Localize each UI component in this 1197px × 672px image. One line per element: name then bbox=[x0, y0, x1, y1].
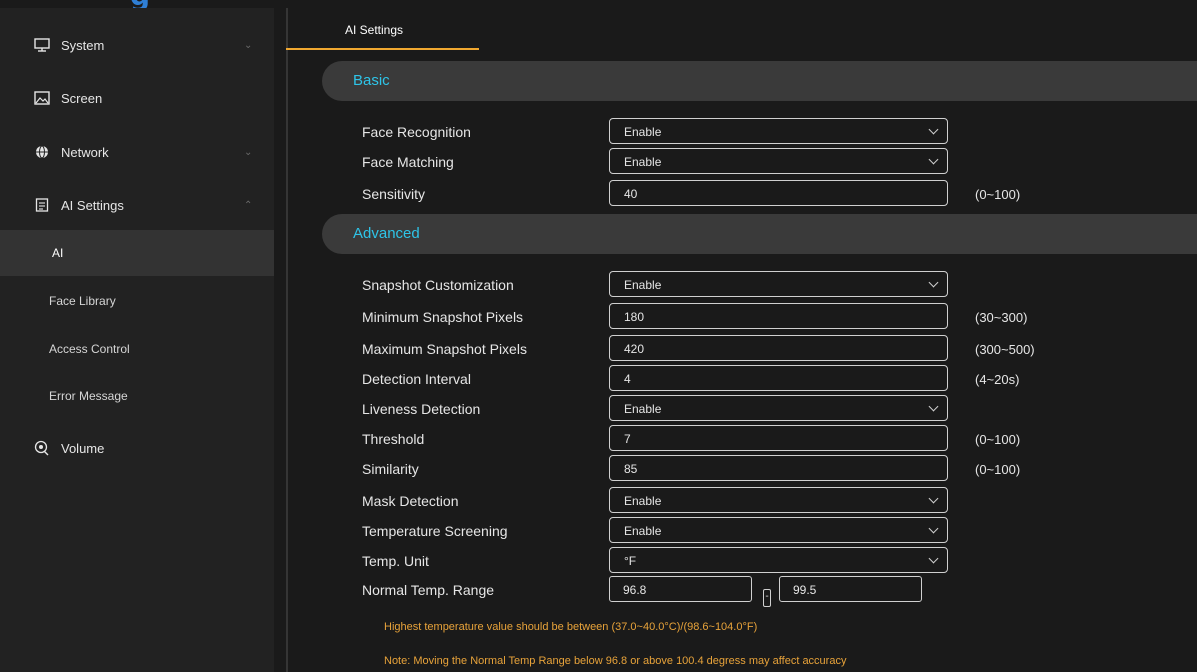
temp-unit-select[interactable]: °F bbox=[609, 547, 948, 573]
row-label: Liveness Detection bbox=[362, 401, 481, 417]
field-value: Enable bbox=[624, 402, 662, 416]
temperature-hint-note: Highest temperature value should be betw… bbox=[384, 621, 758, 633]
tab-active-indicator bbox=[286, 48, 479, 50]
sidebar-item-label: Volume bbox=[61, 440, 105, 456]
sidebar-subitem-label: Face Library bbox=[49, 294, 116, 308]
row-label: Temp. Unit bbox=[362, 553, 429, 569]
sidebar-item-label: System bbox=[61, 37, 105, 53]
range-hint: (0~100) bbox=[975, 187, 1021, 202]
chevron-down-icon: ⌄ bbox=[244, 146, 253, 158]
mask-detection-select[interactable]: Enable bbox=[609, 487, 948, 513]
field-value: °F bbox=[624, 554, 637, 568]
sidebar-item-network[interactable]: Network ⌄ bbox=[0, 127, 274, 177]
temperature-screening-select[interactable]: Enable bbox=[609, 517, 948, 543]
row-label: Threshold bbox=[362, 431, 425, 447]
row-label: Normal Temp. Range bbox=[362, 582, 495, 598]
chevron-down-icon bbox=[928, 523, 939, 534]
similarity-input[interactable]: 85 bbox=[609, 455, 948, 481]
row-label: Mask Detection bbox=[362, 493, 459, 509]
document-icon bbox=[33, 196, 51, 214]
sidebar-item-screen[interactable]: Screen bbox=[0, 73, 274, 123]
chevron-down-icon bbox=[928, 277, 939, 288]
range-hint: (4~20s) bbox=[975, 372, 1020, 387]
row-label: Temperature Screening bbox=[362, 523, 508, 539]
range-separator: - bbox=[763, 589, 771, 607]
range-hint: (300~500) bbox=[975, 342, 1035, 357]
section-header-advanced: Advanced bbox=[322, 214, 1197, 254]
maximum-snapshot-pixels-input[interactable]: 420 bbox=[609, 335, 948, 361]
section-title: Basic bbox=[353, 72, 390, 89]
temp-range-max-input[interactable]: 99.5 bbox=[779, 576, 922, 602]
temp-range-min-input[interactable]: 96.8 bbox=[609, 576, 752, 602]
globe-icon bbox=[33, 143, 51, 161]
threshold-input[interactable]: 7 bbox=[609, 425, 948, 451]
chevron-down-icon bbox=[928, 553, 939, 564]
field-value: 420 bbox=[624, 342, 645, 356]
field-value: 85 bbox=[624, 462, 638, 476]
field-value: 4 bbox=[624, 372, 631, 386]
range-hint: (0~100) bbox=[975, 432, 1021, 447]
sensitivity-input[interactable]: 40 bbox=[609, 180, 948, 206]
sidebar-item-label: Screen bbox=[61, 90, 103, 106]
field-value: Enable bbox=[624, 125, 662, 139]
row-label: Minimum Snapshot Pixels bbox=[362, 309, 524, 325]
face-matching-select[interactable]: Enable bbox=[609, 148, 948, 174]
field-value: Enable bbox=[624, 494, 662, 508]
tab-label: AI Settings bbox=[345, 23, 404, 37]
accuracy-warning-note: Note: Moving the Normal Temp Range below… bbox=[384, 655, 847, 667]
row-label: Maximum Snapshot Pixels bbox=[362, 341, 527, 357]
sidebar-item-system[interactable]: System ⌄ bbox=[0, 20, 274, 70]
field-value: 7 bbox=[624, 432, 631, 446]
row-label: Similarity bbox=[362, 461, 419, 477]
field-value: Enable bbox=[624, 155, 662, 169]
field-value: 180 bbox=[624, 310, 645, 324]
sidebar-item-volume[interactable]: Volume bbox=[0, 423, 274, 473]
section-title: Advanced bbox=[353, 225, 420, 242]
liveness-detection-select[interactable]: Enable bbox=[609, 395, 948, 421]
monitor-icon bbox=[33, 36, 51, 54]
row-label: Face Recognition bbox=[362, 124, 471, 140]
chevron-down-icon bbox=[928, 124, 939, 135]
sidebar-item-label: Network bbox=[61, 144, 109, 160]
range-hint: (30~300) bbox=[975, 310, 1028, 325]
tab-ai-settings[interactable]: AI Settings bbox=[286, 8, 479, 50]
field-value: 96.8 bbox=[623, 583, 647, 597]
minimum-snapshot-pixels-input[interactable]: 180 bbox=[609, 303, 948, 329]
image-icon bbox=[33, 89, 51, 107]
snapshot-customization-select[interactable]: Enable bbox=[609, 271, 948, 297]
sidebar-subitem-ai[interactable]: AI bbox=[0, 230, 274, 276]
sidebar-subitem-face-library[interactable]: Face Library bbox=[0, 278, 274, 324]
row-label: Sensitivity bbox=[362, 186, 426, 202]
sidebar-subitem-error-message[interactable]: Error Message bbox=[0, 373, 274, 419]
sidebar-subitem-access-control[interactable]: Access Control bbox=[0, 326, 274, 372]
sidebar-subitem-label: Access Control bbox=[49, 342, 130, 356]
volume-icon bbox=[33, 439, 51, 457]
chevron-down-icon bbox=[928, 493, 939, 504]
sidebar: System ⌄ Screen Network ⌄ AI Settings ⌃ … bbox=[0, 8, 274, 672]
row-label: Snapshot Customization bbox=[362, 277, 514, 293]
field-value: Enable bbox=[624, 524, 662, 538]
face-recognition-select[interactable]: Enable bbox=[609, 118, 948, 144]
sidebar-item-ai-settings[interactable]: AI Settings ⌃ bbox=[0, 180, 274, 230]
field-value: Enable bbox=[624, 278, 662, 292]
chevron-down-icon: ⌄ bbox=[244, 39, 253, 51]
sidebar-item-label: AI Settings bbox=[61, 197, 124, 213]
sidebar-divider bbox=[286, 8, 288, 672]
sidebar-subitem-label: Error Message bbox=[49, 389, 128, 403]
row-label: Detection Interval bbox=[362, 371, 471, 387]
chevron-down-icon bbox=[928, 154, 939, 165]
field-value: 99.5 bbox=[793, 583, 817, 597]
row-label: Face Matching bbox=[362, 154, 454, 170]
section-header-basic: Basic bbox=[322, 61, 1197, 101]
detection-interval-input[interactable]: 4 bbox=[609, 365, 948, 391]
sidebar-subitem-label: AI bbox=[52, 246, 64, 260]
field-value: 40 bbox=[624, 187, 638, 201]
range-hint: (0~100) bbox=[975, 462, 1021, 477]
chevron-down-icon bbox=[928, 401, 939, 412]
chevron-up-icon: ⌃ bbox=[244, 199, 253, 211]
